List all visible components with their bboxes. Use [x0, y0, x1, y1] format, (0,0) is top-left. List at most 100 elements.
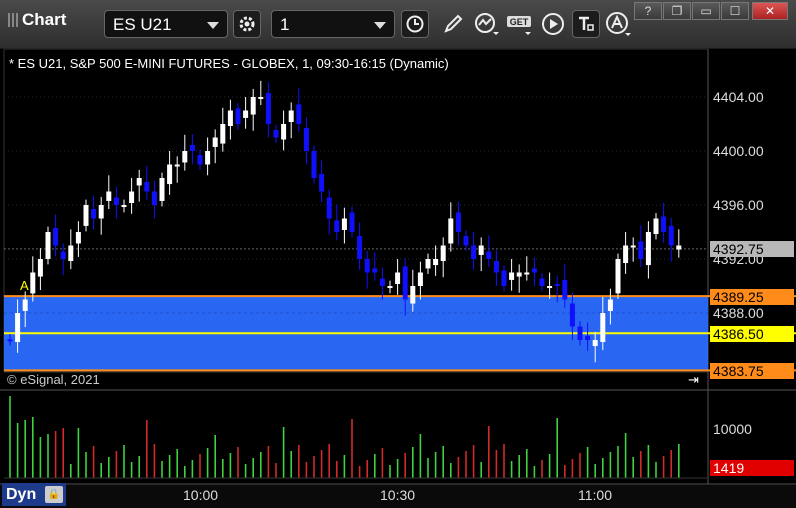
candle-body: [661, 216, 667, 232]
volume-bar: [77, 428, 80, 478]
volume-bar: [495, 450, 498, 478]
candle-body: [311, 151, 317, 178]
volume-bar: [594, 464, 596, 478]
candle-body: [554, 283, 560, 286]
volume-bar: [480, 462, 482, 478]
volume-bar: [176, 449, 178, 478]
volume-bar: [115, 451, 118, 478]
candle-body: [547, 286, 553, 289]
volume-bar: [237, 447, 239, 478]
candle-body: [121, 205, 127, 208]
volume-bar: [556, 418, 558, 478]
volume-bar: [503, 444, 505, 478]
chart-canvas[interactable]: A: [0, 0, 796, 508]
candle-body: [265, 92, 271, 124]
candle-body: [7, 339, 13, 342]
volume-bar: [465, 451, 467, 478]
candle-body: [478, 245, 484, 255]
volume-bar: [351, 419, 353, 478]
volume-bar: [244, 464, 247, 478]
price-tick: 4400.00: [713, 143, 764, 159]
zone-top-tag: 4389.25: [710, 289, 794, 305]
volume-bar: [571, 459, 574, 478]
candle-body: [60, 251, 66, 259]
volume-bar: [222, 459, 224, 478]
candle-body: [585, 335, 591, 340]
volume-bar: [602, 458, 604, 478]
yellow-line-tag: 4386.50: [710, 326, 794, 342]
candle-body: [607, 299, 613, 311]
volume-bar: [161, 461, 163, 478]
candle-body: [37, 259, 43, 277]
candle-body: [524, 272, 530, 275]
candle-body: [151, 191, 157, 205]
dynamic-button[interactable]: Dyn 🔒: [2, 483, 66, 506]
candle-body: [91, 209, 97, 219]
candle-body: [53, 227, 59, 246]
candle-body: [463, 236, 469, 246]
volume-bar: [412, 447, 414, 478]
candle-body: [455, 212, 461, 232]
candle-body: [235, 108, 241, 124]
volume-bar: [313, 456, 315, 478]
volume-bar: [518, 455, 520, 478]
volume-bar: [130, 462, 133, 478]
candle-body: [600, 313, 606, 343]
candle-body: [45, 232, 51, 259]
time-tick: 11:00: [578, 487, 612, 503]
volume-bar: [108, 457, 110, 478]
scroll-right-icon[interactable]: ⇥: [688, 372, 699, 388]
volume-bar: [290, 451, 292, 478]
candle-body: [562, 279, 568, 300]
volume-bar: [472, 445, 475, 478]
candle-body: [319, 173, 325, 192]
volume-bar: [275, 463, 277, 478]
candle-body: [205, 151, 211, 165]
candle-body: [577, 326, 583, 340]
volume-bar: [100, 463, 102, 478]
candle-body: [83, 205, 89, 226]
volume-bar: [343, 455, 346, 478]
candle-body: [493, 261, 499, 273]
volume-bar: [24, 420, 26, 478]
volume-bar: [541, 460, 543, 478]
volume-bar: [9, 396, 11, 478]
candle-body: [341, 218, 347, 230]
volume-bar: [434, 452, 437, 478]
volume-bar: [366, 460, 368, 478]
lock-icon[interactable]: 🔒: [45, 486, 63, 503]
volume-bar: [419, 434, 422, 478]
volume-bar: [123, 445, 125, 478]
volume-bar: [586, 447, 589, 478]
candle-body: [68, 245, 74, 262]
volume-bar: [336, 461, 338, 478]
volume-bar: [199, 454, 201, 478]
candle-body: [326, 197, 332, 219]
candle-body: [630, 245, 636, 248]
candle-body: [592, 340, 598, 347]
candle-body: [357, 236, 363, 259]
candle-body: [129, 191, 135, 203]
volume-bar: [609, 452, 612, 478]
candle-body: [212, 137, 218, 147]
price-tick: 4404.00: [713, 89, 764, 105]
volume-bar: [320, 450, 323, 478]
candle-body: [159, 178, 165, 201]
candle-body: [227, 110, 233, 127]
volume-bar: [564, 465, 566, 478]
candle-body: [364, 259, 370, 273]
candle-body: [22, 299, 28, 311]
volume-bar: [579, 453, 581, 478]
time-tick: 10:00: [183, 487, 219, 503]
candle-body: [539, 278, 545, 286]
candle-body: [98, 205, 104, 219]
alert-marker: A: [20, 278, 29, 293]
candle-body: [668, 225, 674, 246]
volume-tag: 1419: [710, 460, 794, 476]
candle-body: [273, 130, 279, 138]
candle-body: [372, 268, 378, 273]
volume-bar: [488, 426, 490, 478]
volume-bar: [678, 444, 680, 478]
volume-bar: [305, 462, 308, 478]
zone-bottom-tag: 4383.75: [710, 363, 794, 379]
